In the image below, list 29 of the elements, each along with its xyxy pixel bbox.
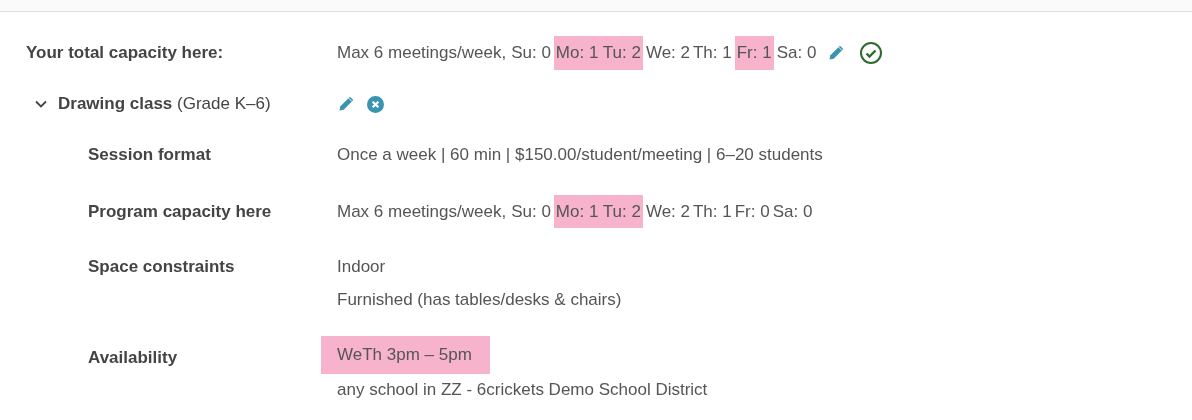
- day-count: Sa: 0: [776, 42, 817, 65]
- day-count: Fr: 0: [734, 200, 770, 223]
- check-circle-icon[interactable]: [859, 41, 884, 65]
- highlighted-days: Fr: 1: [734, 36, 774, 70]
- field-label: Session format: [87, 144, 212, 166]
- day-count: Su: 0: [511, 42, 551, 65]
- field-value: Once a week | 60 min | $150.00/student/meeting | 6–20 students: [337, 144, 823, 166]
- day-count: Su: 0: [511, 200, 551, 223]
- capacity-summary: Max 6 meetings/week,: [337, 42, 507, 65]
- day-count: We: 2: [645, 42, 690, 65]
- field-value: any school in ZZ - 6crickets Demo School District: [337, 379, 708, 401]
- field-value: Furnished (has tables/desks & chairs): [337, 289, 622, 311]
- day-count: Th: 1: [693, 200, 732, 223]
- remove-icon[interactable]: [367, 95, 384, 113]
- day-count: Th: 1: [693, 42, 732, 65]
- highlighted-days: Mo: 1 Tu: 2: [553, 194, 643, 229]
- field-label: Program capacity here: [87, 200, 273, 223]
- field-label: Availability: [87, 347, 179, 369]
- pencil-icon[interactable]: [337, 95, 355, 113]
- field-value: Indoor: [337, 256, 387, 278]
- capacity-summary: Max 6 meetings/week,: [337, 200, 507, 223]
- pencil-icon[interactable]: [827, 44, 846, 62]
- row-label: Your total capacity here:: [25, 42, 225, 65]
- highlighted-days: Mo: 1 Tu: 2: [553, 36, 643, 70]
- availability-slot: WeTh 3pm – 5pm: [321, 336, 490, 374]
- program-title: Drawing class (Grade K–6): [58, 93, 271, 116]
- day-count: Sa: 0: [772, 200, 813, 223]
- day-count: We: 2: [645, 200, 690, 223]
- field-label: Space constraints: [87, 256, 236, 278]
